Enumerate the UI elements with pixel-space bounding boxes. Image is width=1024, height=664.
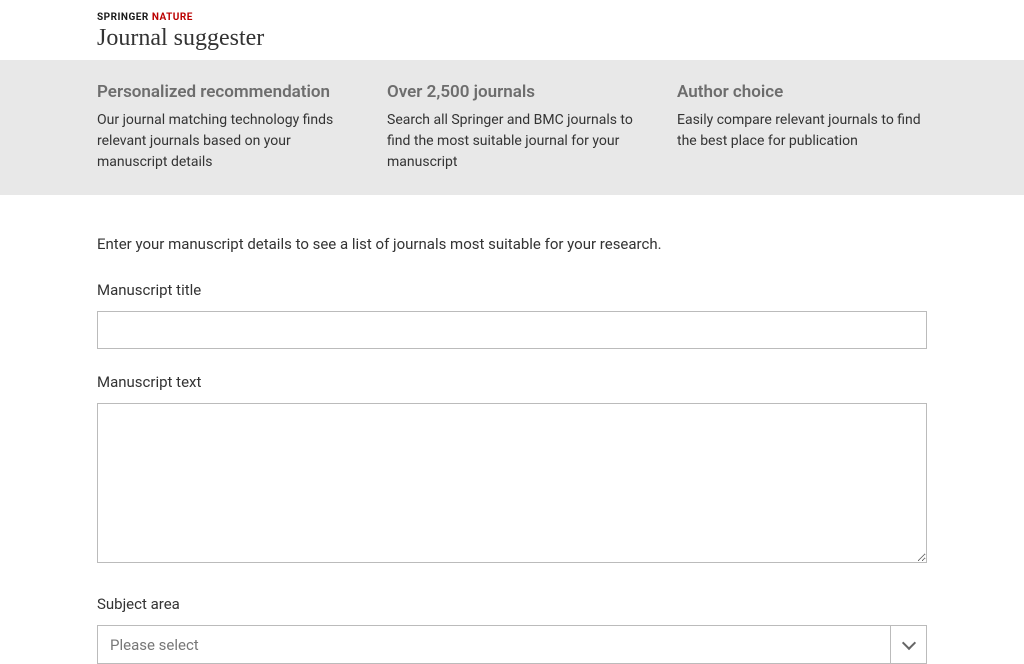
subject-area-select[interactable]: Please select <box>97 625 927 664</box>
manuscript-text-label: Manuscript text <box>97 373 927 391</box>
manuscript-title-label: Manuscript title <box>97 281 927 299</box>
features-band: Personalized recommendation Our journal … <box>0 60 1024 195</box>
select-placeholder: Please select <box>98 626 890 663</box>
feature-desc: Search all Springer and BMC journals to … <box>387 110 637 173</box>
feature-title: Personalized recommendation <box>97 82 347 102</box>
intro-text: Enter your manuscript details to see a l… <box>97 235 927 253</box>
brand-logo: SPRINGER NATURE <box>97 12 1024 23</box>
feature-personalized: Personalized recommendation Our journal … <box>97 82 347 173</box>
select-arrow-button[interactable] <box>890 626 926 663</box>
brand-springer: SPRINGER <box>97 12 149 23</box>
header: SPRINGER NATURE Journal suggester <box>0 0 1024 60</box>
subject-area-label: Subject area <box>97 595 927 613</box>
page-title: Journal suggester <box>97 25 1024 52</box>
brand-nature: NATURE <box>152 12 193 23</box>
feature-desc: Easily compare relevant journals to find… <box>677 110 927 152</box>
form-section: Enter your manuscript details to see a l… <box>0 195 1024 664</box>
manuscript-title-input[interactable] <box>97 311 927 349</box>
manuscript-text-input[interactable] <box>97 403 927 563</box>
feature-title: Over 2,500 journals <box>387 82 637 102</box>
feature-author-choice: Author choice Easily compare relevant jo… <box>677 82 927 173</box>
feature-desc: Our journal matching technology finds re… <box>97 110 347 173</box>
feature-journals: Over 2,500 journals Search all Springer … <box>387 82 637 173</box>
chevron-down-icon <box>901 635 915 649</box>
feature-title: Author choice <box>677 82 927 102</box>
